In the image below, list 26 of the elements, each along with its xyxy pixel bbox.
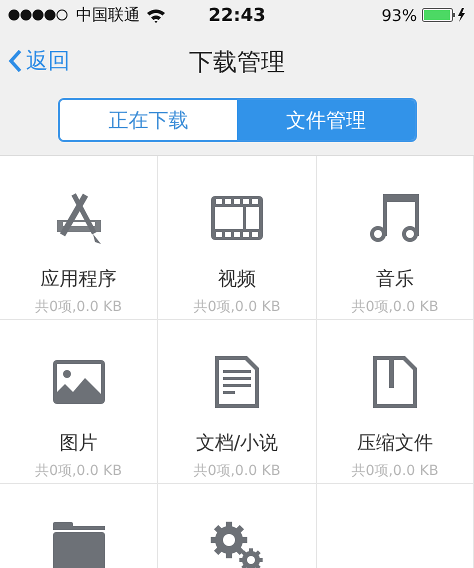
carrier-name: 中国联通 — [76, 4, 140, 26]
category-summary: 共0项,0.0 KB — [352, 298, 438, 316]
battery-charging-icon — [422, 7, 466, 23]
category-summary: 共0项,0.0 KB — [35, 298, 122, 316]
category-name: 应用程序 — [40, 267, 116, 292]
category-name: 图片 — [60, 431, 98, 456]
category-name: 文档/小说 — [196, 431, 278, 456]
category-name: 音乐 — [376, 267, 414, 292]
category-summary: 共0项,0.0 KB — [194, 298, 280, 316]
category-tile[interactable]: 音乐 共0项,0.0 KB — [317, 156, 474, 320]
category-tile[interactable]: 图片 共0项,0.0 KB — [0, 320, 158, 484]
category-summary: 共0项,0.0 KB — [35, 462, 122, 480]
category-tile[interactable]: 文档/小说 共0项,0.0 KB — [158, 320, 317, 484]
wifi-icon — [146, 8, 166, 22]
category-name: 压缩文件 — [357, 431, 433, 456]
category-tile[interactable]: 视频 共0项,0.0 KB — [158, 156, 317, 320]
status-time: 22:43 — [208, 4, 266, 26]
category-summary: 共0项,0.0 KB — [194, 462, 280, 480]
signal-dots-icon — [8, 9, 70, 21]
category-name: 视频 — [218, 267, 256, 292]
chevron-left-icon — [8, 49, 22, 73]
category-tile[interactable]: 压缩文件 共0项,0.0 KB — [317, 320, 474, 484]
category-summary: 共0项,0.0 KB — [352, 462, 438, 480]
battery-percent: 93% — [381, 6, 418, 24]
page-title: 下载管理 — [189, 47, 285, 78]
category-tile[interactable]: 应用程序 共0项,0.0 KB — [0, 156, 158, 320]
